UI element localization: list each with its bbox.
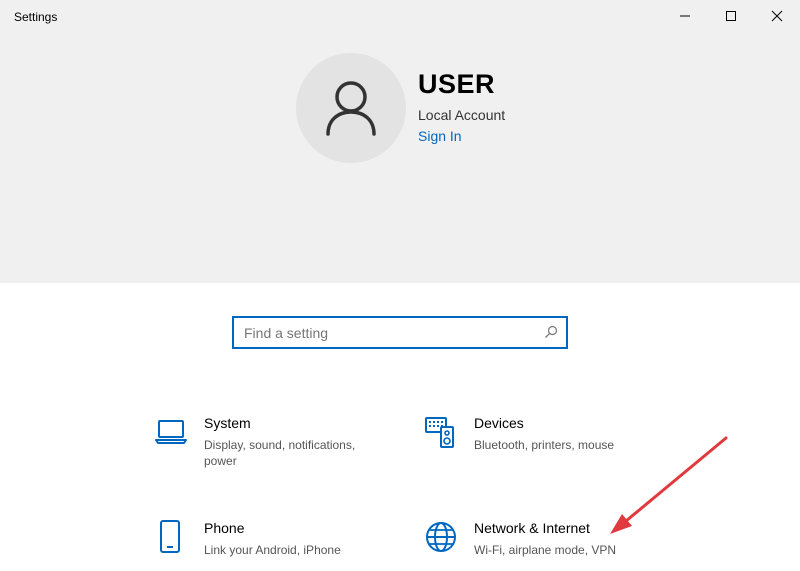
- minimize-button[interactable]: [662, 0, 708, 32]
- avatar[interactable]: [296, 53, 406, 163]
- annotation-arrow-icon: [610, 436, 728, 534]
- account-header: USER Local Account Sign In: [0, 34, 800, 283]
- account-type: Local Account: [418, 107, 506, 123]
- maximize-button[interactable]: [708, 0, 754, 32]
- search-icon[interactable]: [544, 325, 558, 339]
- tile-title: Network & Internet: [474, 520, 590, 536]
- laptop-icon: [155, 420, 187, 444]
- window-title: Settings: [14, 10, 58, 24]
- tile-title: System: [204, 415, 251, 431]
- globe-icon: [426, 522, 456, 552]
- devices-icon: [425, 417, 454, 448]
- close-icon: [771, 10, 783, 22]
- tile-description: Wi-Fi, airplane mode, VPN: [474, 543, 617, 557]
- account-name: USER: [418, 69, 496, 99]
- tile-description: Display, sound, notifications, power: [204, 438, 356, 468]
- close-button[interactable]: [754, 0, 800, 32]
- sign-in-link[interactable]: Sign In: [418, 128, 462, 144]
- tile-description: Link your Android, iPhone: [204, 543, 341, 557]
- phone-icon: [160, 520, 180, 553]
- search-box: [232, 316, 568, 349]
- title-bar: Settings: [0, 0, 800, 34]
- maximize-icon: [726, 11, 736, 21]
- minimize-icon: [680, 15, 690, 17]
- person-icon: [326, 81, 376, 136]
- tile-title: Phone: [204, 520, 245, 536]
- settings-window: Settings USER Local Account Sign In Find…: [0, 0, 800, 571]
- search-input[interactable]: [234, 318, 544, 347]
- tile-phone[interactable]: Phone Link your Android, iPhone: [155, 520, 385, 571]
- tile-title: Devices: [474, 415, 524, 431]
- tile-system[interactable]: System Display, sound, notifications, po…: [155, 415, 385, 475]
